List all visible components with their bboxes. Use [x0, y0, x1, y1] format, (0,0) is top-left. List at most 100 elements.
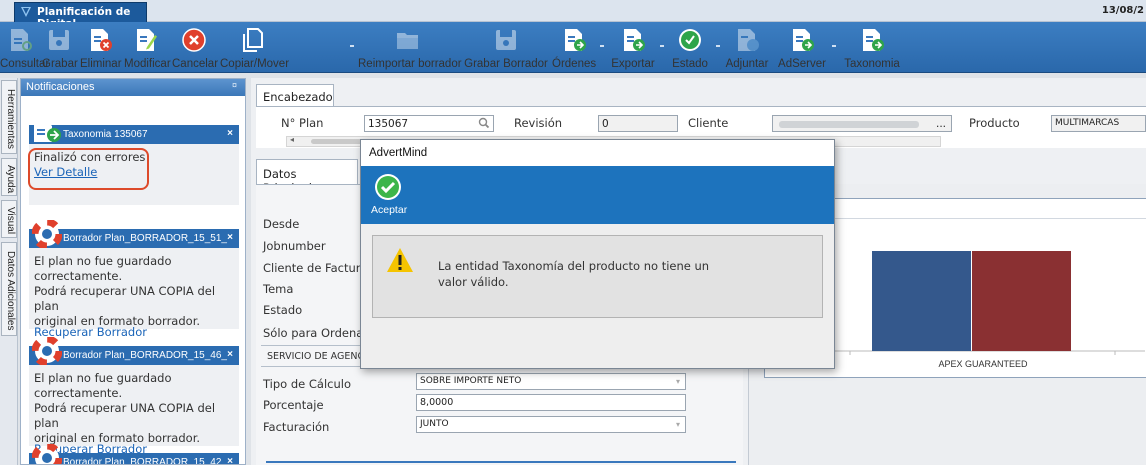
- main-toolbar: Consultar Grabar Eliminar Modificar Canc…: [0, 22, 1146, 73]
- producto-label: Producto: [969, 116, 1020, 130]
- close-icon[interactable]: ×: [227, 232, 233, 243]
- adserver-dropdown-arrow[interactable]: [832, 45, 836, 47]
- plan-value: 135067: [368, 118, 409, 130]
- warning-icon: [387, 248, 413, 272]
- taxonomy-icon: [863, 29, 884, 51]
- reimportar-borrador-button[interactable]: Reimportar borrador: [358, 22, 462, 73]
- facturacion-value: JUNTO: [420, 419, 449, 429]
- lifebuoy-icon: [32, 444, 62, 464]
- notification-text: El plan no fue guardado correctamente.: [34, 254, 172, 283]
- cliente-value: ...: [935, 118, 946, 130]
- estado-button[interactable]: Estado: [668, 22, 712, 73]
- cancelar-button[interactable]: Cancelar: [172, 22, 219, 73]
- plan-input[interactable]: 135067: [364, 115, 494, 132]
- notifications-header: Notificaciones ¤: [21, 79, 245, 96]
- estado-dropdown-arrow[interactable]: [716, 45, 720, 47]
- pin-icon[interactable]: ¤: [232, 80, 237, 90]
- document-delete-icon: [91, 29, 112, 51]
- notification-text: Podrá recuperar UNA COPIA del plan: [34, 284, 216, 313]
- notification-header: Borrador Plan_BORRADOR_15_42_ ×: [29, 444, 239, 465]
- tab-encabezado[interactable]: Encabezado: [256, 84, 334, 107]
- close-icon[interactable]: ×: [227, 349, 233, 360]
- cancel-icon: [182, 28, 206, 52]
- message-box: La entidad Taxonomía del producto no tie…: [372, 235, 823, 318]
- ordenes-dropdown-arrow[interactable]: [600, 45, 604, 47]
- notification-title: Borrador Plan_BORRADOR_15_46_: [63, 350, 227, 361]
- desde-label: Desde: [263, 217, 300, 231]
- consultar-label: Consultar: [0, 58, 50, 70]
- cliente-input[interactable]: ...: [772, 115, 952, 132]
- aceptar-label: Aceptar: [371, 204, 408, 216]
- side-tab-ayuda[interactable]: Ayuda: [1, 158, 17, 196]
- aceptar-button[interactable]: Aceptar: [371, 173, 408, 219]
- exportar-label: Exportar: [611, 58, 655, 70]
- tipo-calculo-label: Tipo de Cálculo: [263, 377, 352, 391]
- notification-text: Podrá recuperar UNA COPIA del plan: [34, 401, 216, 430]
- recuperar-borrador-link[interactable]: Recuperar Borrador: [34, 325, 234, 340]
- grabar-label: Grabar: [42, 58, 78, 70]
- chevron-down-icon[interactable]: ▾: [676, 420, 680, 429]
- notification-text: El plan no fue guardado correctamente.: [34, 371, 172, 400]
- taxonomy-icon: [34, 122, 61, 142]
- app-tab[interactable]: Planificación de Digital: [14, 2, 147, 30]
- cliente-label: Cliente: [688, 116, 729, 130]
- grabar-borrador-button[interactable]: Grabar Borrador: [462, 22, 550, 73]
- close-icon[interactable]: ×: [227, 456, 233, 464]
- notification-title: Borrador Plan_BORRADOR_15_42_: [63, 457, 227, 465]
- bar-series-1: [872, 251, 971, 351]
- eliminar-label: Eliminar: [80, 58, 122, 70]
- chevron-down-icon[interactable]: ▾: [676, 377, 680, 386]
- lifebuoy-icon: [32, 220, 62, 248]
- notification-body: El plan no fue guardado correctamente. P…: [29, 248, 239, 346]
- close-icon[interactable]: ×: [227, 128, 233, 139]
- side-tab-herramientas[interactable]: Herramientas: [1, 80, 17, 154]
- copiar-dropdown-arrow[interactable]: [350, 45, 354, 47]
- estado-label: Estado: [263, 303, 303, 317]
- notifications-title: Notificaciones: [26, 81, 95, 93]
- document-edit-icon: [137, 29, 157, 51]
- side-tab-datos-adicionales[interactable]: Datos Adicionales: [1, 242, 17, 336]
- app-logo-icon: [21, 7, 31, 17]
- adserver-button[interactable]: AdServer: [774, 22, 830, 73]
- tipo-calculo-select[interactable]: SOBRE IMPORTE NETO ▾: [416, 373, 686, 390]
- search-icon[interactable]: [478, 117, 490, 129]
- dialog-toolbar: Aceptar: [361, 166, 834, 224]
- orders-icon: [565, 29, 586, 51]
- copiar-mover-button[interactable]: Copiar/Mover: [220, 22, 290, 73]
- dialog-title: AdvertMind: [361, 140, 834, 166]
- adjuntar-button[interactable]: Adjuntar: [724, 22, 770, 73]
- alert-dialog: AdvertMind Aceptar La entidad Taxonomía …: [360, 139, 835, 369]
- producto-input[interactable]: MULTIMARCAS: [1051, 115, 1146, 132]
- copiar-mover-label: Copiar/Mover: [220, 58, 290, 70]
- grabar-button[interactable]: Grabar: [42, 22, 78, 73]
- tipo-calculo-value: SOBRE IMPORTE NETO: [420, 376, 522, 386]
- porcentaje-label: Porcentaje: [263, 398, 324, 412]
- title-bar: Planificación de Digital 13/08/2: [0, 0, 1146, 30]
- eliminar-button[interactable]: Eliminar: [80, 22, 122, 73]
- jobnumber-label: Jobnumber: [263, 239, 326, 253]
- cancelar-label: Cancelar: [172, 58, 219, 70]
- facturacion-select[interactable]: JUNTO ▾: [416, 416, 686, 433]
- checkmark-icon: [375, 174, 401, 200]
- save-draft-icon: [496, 30, 516, 50]
- revision-input[interactable]: 0: [598, 115, 678, 132]
- estado-label: Estado: [672, 58, 708, 70]
- consultar-button[interactable]: Consultar: [0, 22, 50, 73]
- side-tab-visual[interactable]: Visual: [1, 200, 17, 238]
- taxonomia-button[interactable]: Taxonomia: [840, 22, 904, 73]
- notifications-panel: Notificaciones ¤ Taxonomia 135067 × Fina…: [20, 78, 246, 465]
- porcentaje-input[interactable]: 8,0000: [416, 394, 686, 411]
- modificar-button[interactable]: Modificar: [124, 22, 171, 73]
- ordenes-button[interactable]: Órdenes: [552, 22, 596, 73]
- exportar-dropdown-arrow[interactable]: [660, 45, 664, 47]
- notification-borrador-2: Borrador Plan_BORRADOR_15_46_ × El plan …: [29, 337, 239, 456]
- exportar-button[interactable]: Exportar: [610, 22, 656, 73]
- scroll-left-icon[interactable]: ◂: [290, 135, 294, 144]
- adserver-icon: [793, 29, 814, 51]
- folder-icon: [397, 33, 418, 49]
- bar-series-2: [972, 251, 1071, 351]
- tab-datos-principales[interactable]: Datos Principales: [256, 159, 358, 195]
- notification-borrador-1: Borrador Plan_BORRADOR_15_51_ × El plan …: [29, 220, 239, 339]
- adjuntar-label: Adjuntar: [725, 58, 769, 70]
- revision-label: Revisión: [514, 116, 563, 130]
